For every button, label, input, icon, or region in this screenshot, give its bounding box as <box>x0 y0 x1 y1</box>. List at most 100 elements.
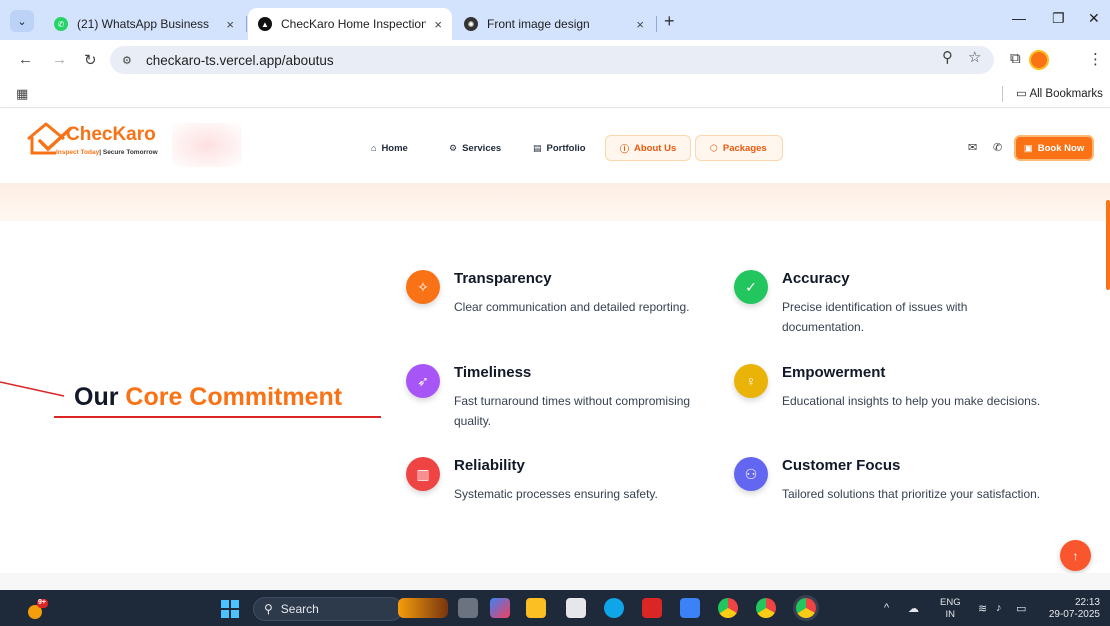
nav-portfolio-label: Portfolio <box>546 142 586 154</box>
feature-desc: Systematic processes ensuring safety. <box>454 487 658 501</box>
rocket-icon: ➶ <box>406 364 440 398</box>
site-info-icon[interactable]: ⚙ <box>122 54 136 67</box>
tab-divider <box>656 16 657 32</box>
info-icon: ⓘ <box>620 143 630 154</box>
taskbar-search[interactable]: ⚲ Search <box>253 597 403 621</box>
book-now-button[interactable]: ▣ Book Now <box>1014 135 1094 161</box>
nav-home[interactable]: ⌂ Home <box>357 135 422 161</box>
checkaro-logo[interactable]: ChecKaro Inspect Today| Secure Tomorrow <box>26 121 176 161</box>
clock-date: 29-07-2025 <box>1048 609 1100 620</box>
search-icon: ⚲ <box>264 602 273 616</box>
logo-name: ChecKaro <box>66 124 156 145</box>
feature-title: Customer Focus <box>782 457 901 474</box>
zoom-icon[interactable]: ⚲ <box>942 48 953 66</box>
nav-about-us[interactable]: ⓘ About Us <box>605 135 691 161</box>
feature-title: Reliability <box>454 457 525 474</box>
minimize-icon[interactable]: — <box>1012 10 1026 26</box>
battery-icon[interactable]: ▭ <box>1016 602 1026 615</box>
tab-title: (21) WhatsApp Business <box>77 17 210 31</box>
mail-icon[interactable]: ✉ <box>968 141 977 154</box>
lang-code: ENG <box>940 597 961 608</box>
home-icon: ⌂ <box>371 143 377 153</box>
language-indicator[interactable]: ENG IN <box>940 597 961 621</box>
profile-avatar[interactable] <box>1029 50 1049 70</box>
tiger-widget-icon[interactable] <box>398 598 448 618</box>
side-accent <box>1106 200 1110 290</box>
feature-title: Transparency <box>454 270 552 287</box>
chrome-icon[interactable] <box>718 598 738 618</box>
heading-part-1: Our <box>74 383 119 411</box>
tray-chevron-icon[interactable]: ^ <box>884 602 889 614</box>
scroll-to-top-button[interactable]: ↑ <box>1060 540 1091 571</box>
users-icon: ⚇ <box>734 457 768 491</box>
task-view-icon[interactable] <box>458 598 478 618</box>
taskbar-search-label: Search <box>280 602 319 616</box>
whatsapp-icon: ✆ <box>54 17 68 31</box>
tab-title: ChecKaro Home Inspection - In <box>281 17 427 31</box>
header-glow <box>172 123 242 167</box>
store-icon[interactable] <box>566 598 586 618</box>
feature-desc: Fast turnaround times without compromisi… <box>454 394 691 428</box>
tab-checkaro[interactable]: ▲ ChecKaro Home Inspection - In × <box>248 8 452 40</box>
arrow-up-icon: ↑ <box>1072 548 1079 563</box>
tab-front-image-design[interactable]: ✺ Front image design × <box>454 8 654 40</box>
phone-icon[interactable]: ✆ <box>993 141 1002 154</box>
feature-title: Empowerment <box>782 364 886 381</box>
clock-time: 22:13 <box>1074 597 1100 608</box>
gear-icon: ⚙ <box>449 142 458 153</box>
nav-packages-label: Packages <box>722 142 767 154</box>
url-text: checkaro-ts.vercel.app/aboutus <box>146 52 334 68</box>
nav-services[interactable]: ⚙ Services <box>435 135 515 161</box>
wifi-icon[interactable]: ≋ <box>978 602 987 615</box>
lightbulb-icon: ♀ <box>734 364 768 398</box>
heading-underline <box>54 416 381 418</box>
widgets-button[interactable]: 9+ <box>26 598 48 620</box>
forward-arrow-icon[interactable]: → <box>52 51 67 68</box>
decorative-line <box>0 381 65 397</box>
chrome-icon[interactable] <box>796 598 816 618</box>
back-arrow-icon[interactable]: ← <box>18 51 33 68</box>
restore-icon[interactable]: ❐ <box>1052 10 1065 27</box>
close-tab-icon[interactable]: × <box>636 17 644 32</box>
lang-region: IN <box>945 609 956 620</box>
bookmark-star-icon[interactable]: ☆ <box>968 48 981 66</box>
page-bottom <box>0 573 1110 590</box>
browser-toolbar: ← → ↻ ⚙ checkaro-ts.vercel.app/aboutus ⚲… <box>0 40 1110 80</box>
app-icon[interactable] <box>680 598 700 618</box>
taskbar-clock[interactable]: 22:13 29-07-2025 <box>1044 597 1100 621</box>
volume-icon[interactable]: ♪ <box>996 602 1002 614</box>
nav-portfolio[interactable]: ▤ Portfolio <box>519 135 600 161</box>
tab-title: Front image design <box>487 17 590 31</box>
tab-search-chevron-icon[interactable]: ⌄ <box>10 10 34 32</box>
close-tab-icon[interactable]: × <box>226 17 234 32</box>
feature-title: Accuracy <box>782 270 850 287</box>
logo-tagline: Inspect Today| Secure Tomorrow <box>56 149 158 156</box>
reload-icon[interactable]: ↻ <box>84 51 97 69</box>
new-tab-button[interactable]: + <box>664 11 675 32</box>
openai-icon: ✺ <box>464 17 478 31</box>
nav-about-label: About Us <box>634 142 677 154</box>
address-bar[interactable]: ⚙ checkaro-ts.vercel.app/aboutus <box>110 46 994 74</box>
copilot-icon[interactable] <box>490 598 510 618</box>
wps-icon[interactable] <box>642 598 662 618</box>
file-explorer-icon[interactable] <box>526 598 546 618</box>
onedrive-icon[interactable]: ☁ <box>908 602 919 615</box>
close-tab-icon[interactable]: × <box>434 17 442 32</box>
nav-packages[interactable]: ⬡ Packages <box>695 135 783 161</box>
extensions-icon[interactable]: ⧉ <box>1010 50 1021 67</box>
folder-icon: ▭ <box>1016 88 1027 100</box>
site-header: ChecKaro Inspect Today| Secure Tomorrow … <box>0 109 1110 183</box>
chrome-menu-icon[interactable]: ⋮ <box>1088 50 1103 68</box>
apps-grid-icon[interactable]: ▦ <box>16 86 28 102</box>
chrome-icon[interactable] <box>756 598 776 618</box>
edge-icon[interactable] <box>604 598 624 618</box>
all-bookmarks-button[interactable]: ▭ All Bookmarks <box>1016 86 1103 100</box>
tab-divider <box>246 16 247 32</box>
feature-desc: Educational insights to help you make de… <box>782 394 1041 408</box>
package-icon: ⬡ <box>710 142 718 153</box>
hero-bottom-band <box>0 183 1110 221</box>
tab-whatsapp[interactable]: ✆ (21) WhatsApp Business × <box>44 8 244 40</box>
nav-home-label: Home <box>381 142 408 154</box>
windows-start-icon[interactable] <box>221 600 239 618</box>
close-window-icon[interactable]: ✕ <box>1088 10 1100 27</box>
